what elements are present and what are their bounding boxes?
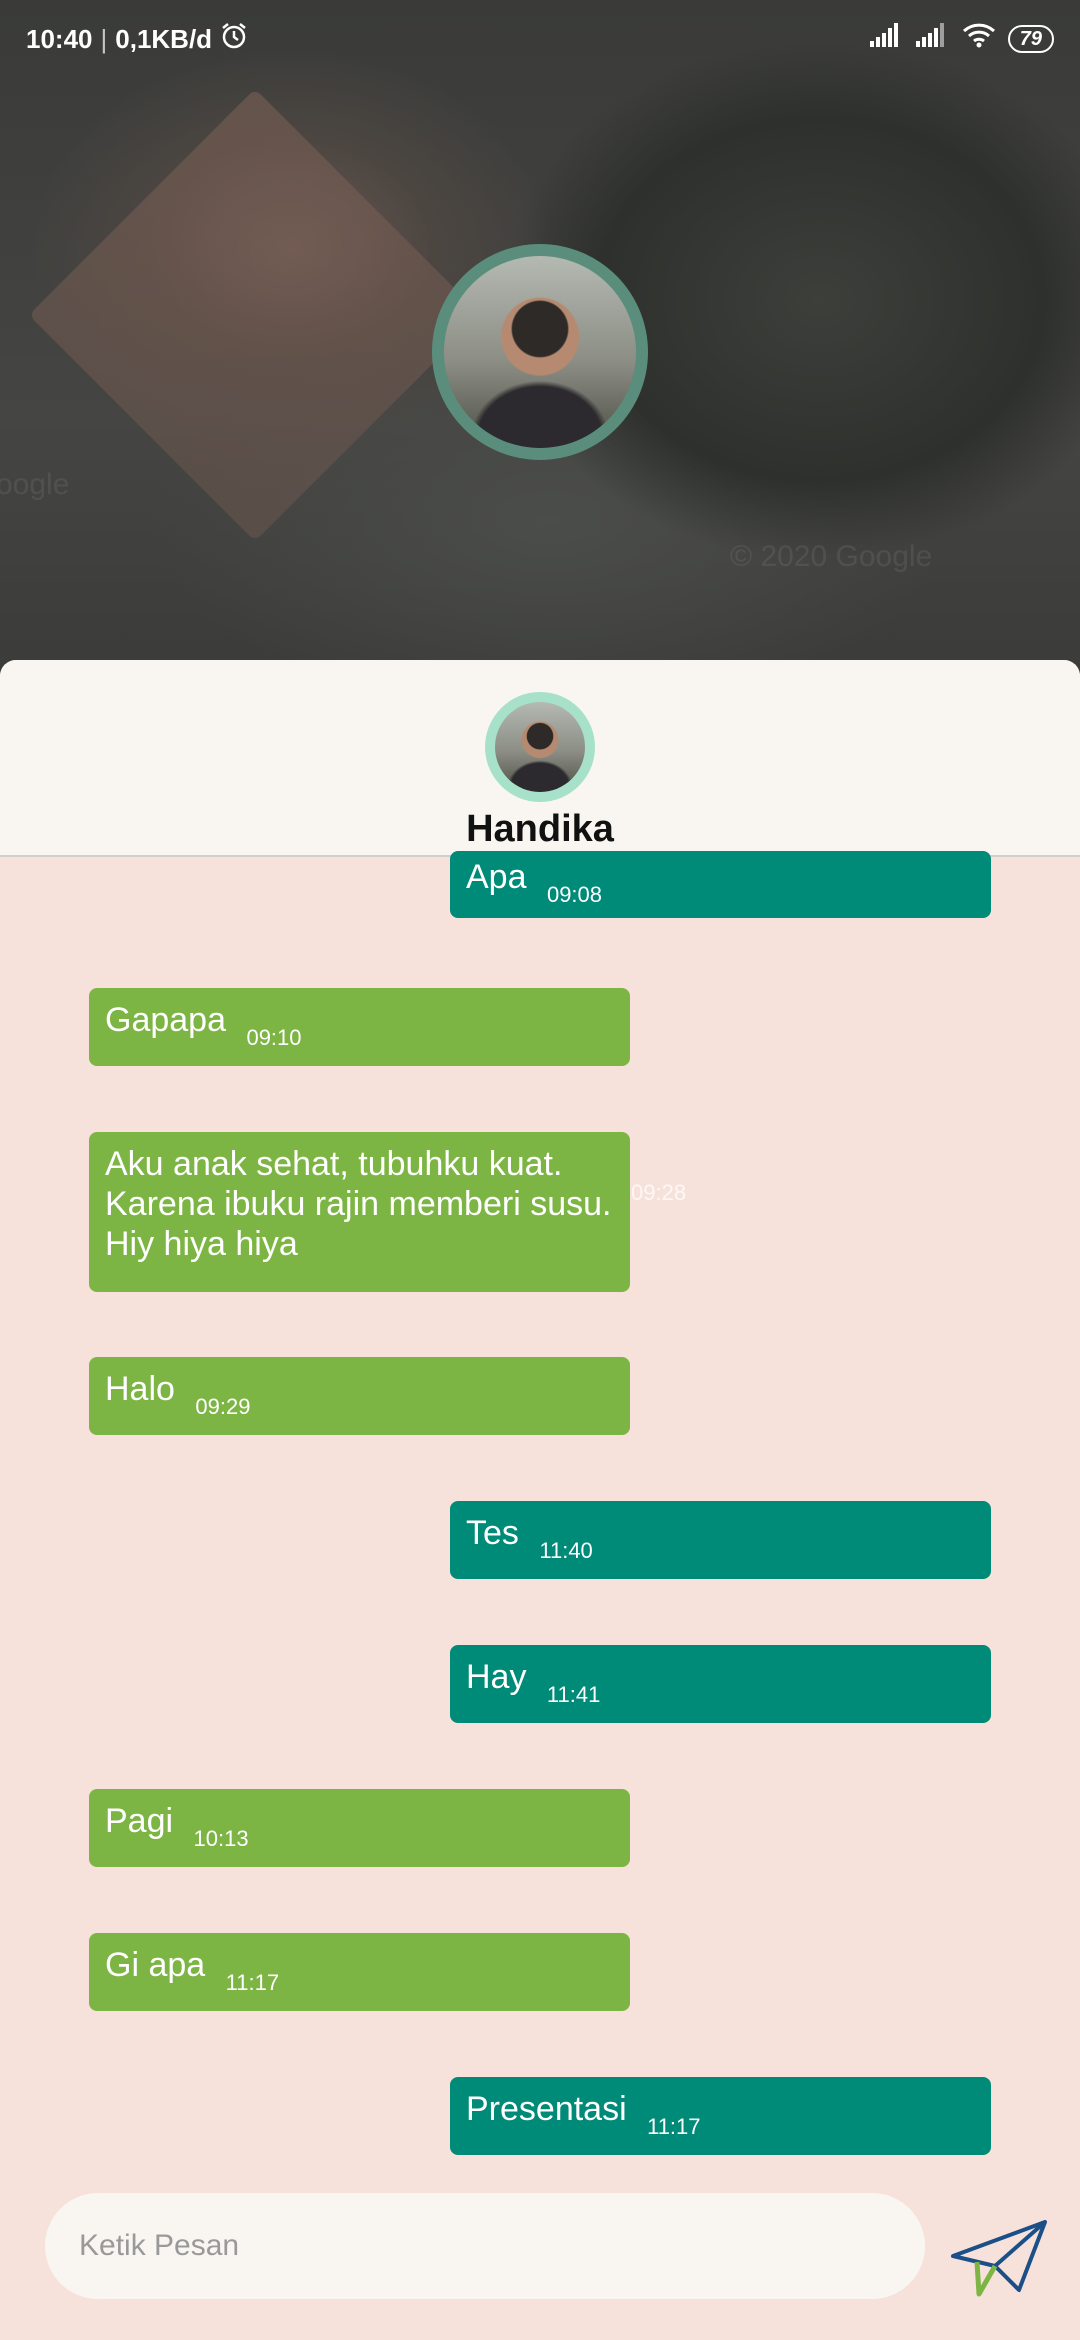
profile-photo xyxy=(444,256,636,448)
battery-icon: 79 xyxy=(1007,24,1054,53)
message-time: 09:29 xyxy=(195,1394,251,1419)
contact-avatar[interactable] xyxy=(485,692,595,802)
message-text: Apa xyxy=(466,858,527,896)
message-time: 09:10 xyxy=(246,1025,302,1050)
message-text: Gi apa xyxy=(105,1946,206,1984)
message-text: Gapapa xyxy=(105,1001,226,1039)
status-separator: | xyxy=(100,24,108,54)
message-text: Tes xyxy=(466,1514,519,1552)
message-time: 09:28 xyxy=(631,1180,687,1205)
status-bar: 10:40 | 0,1KB/d 79 xyxy=(0,0,1080,78)
message-text: Presentasi xyxy=(466,2090,627,2128)
message-bubble-sent[interactable]: Presentasi 11:17 xyxy=(450,2077,991,2155)
network-speed: 0,1KB/d xyxy=(115,24,213,54)
map-watermark-right: © 2020 Google xyxy=(730,540,933,573)
status-time: 10:40 xyxy=(26,24,93,54)
map-feature xyxy=(28,88,482,542)
message-bubble-received[interactable]: Gapapa 09:10 xyxy=(89,988,630,1066)
message-bubble-received[interactable]: Gi apa 11:17 xyxy=(89,1933,630,2011)
message-input[interactable] xyxy=(45,2193,925,2299)
chat-sheet: Handika Apa 09:08 Gapapa 09:10 Aku anak … xyxy=(0,660,1080,2340)
send-icon xyxy=(949,2218,1049,2303)
signal-icon xyxy=(869,23,904,54)
message-time: 11:17 xyxy=(647,2114,701,2139)
profile-avatar-large[interactable] xyxy=(432,244,648,460)
message-bubble-received[interactable]: Halo 09:29 xyxy=(89,1357,630,1435)
message-bubble-received[interactable]: Pagi 10:13 xyxy=(89,1789,630,1867)
message-bubble-sent[interactable]: Tes 11:40 xyxy=(450,1501,991,1579)
map-watermark-left: oogle xyxy=(0,468,70,501)
signal-icon xyxy=(915,23,950,54)
message-bubble-sent[interactable]: Hay 11:41 xyxy=(450,1645,991,1723)
message-text: Halo xyxy=(105,1370,175,1408)
contact-name: Handika xyxy=(466,808,614,850)
message-bubble-received[interactable]: Aku anak sehat, tubuhku kuat. Karena ibu… xyxy=(89,1132,686,1292)
message-text: Pagi xyxy=(105,1802,174,1840)
message-time: 11:17 xyxy=(225,1970,280,1995)
send-button[interactable] xyxy=(944,2210,1054,2310)
chat-header: Handika xyxy=(0,660,1080,857)
message-time: 11:40 xyxy=(539,1538,593,1563)
message-time: 11:41 xyxy=(546,1682,601,1707)
wifi-icon xyxy=(962,22,996,55)
message-text: Hay xyxy=(466,1658,527,1696)
message-bubble-sent[interactable]: Apa 09:08 xyxy=(450,851,991,918)
message-text: Aku anak sehat, tubuhku kuat. Karena ibu… xyxy=(105,1145,612,1263)
contact-photo xyxy=(495,702,585,792)
message-time: 09:08 xyxy=(546,882,603,907)
alarm-icon xyxy=(220,22,248,57)
message-time: 10:13 xyxy=(193,1826,249,1851)
